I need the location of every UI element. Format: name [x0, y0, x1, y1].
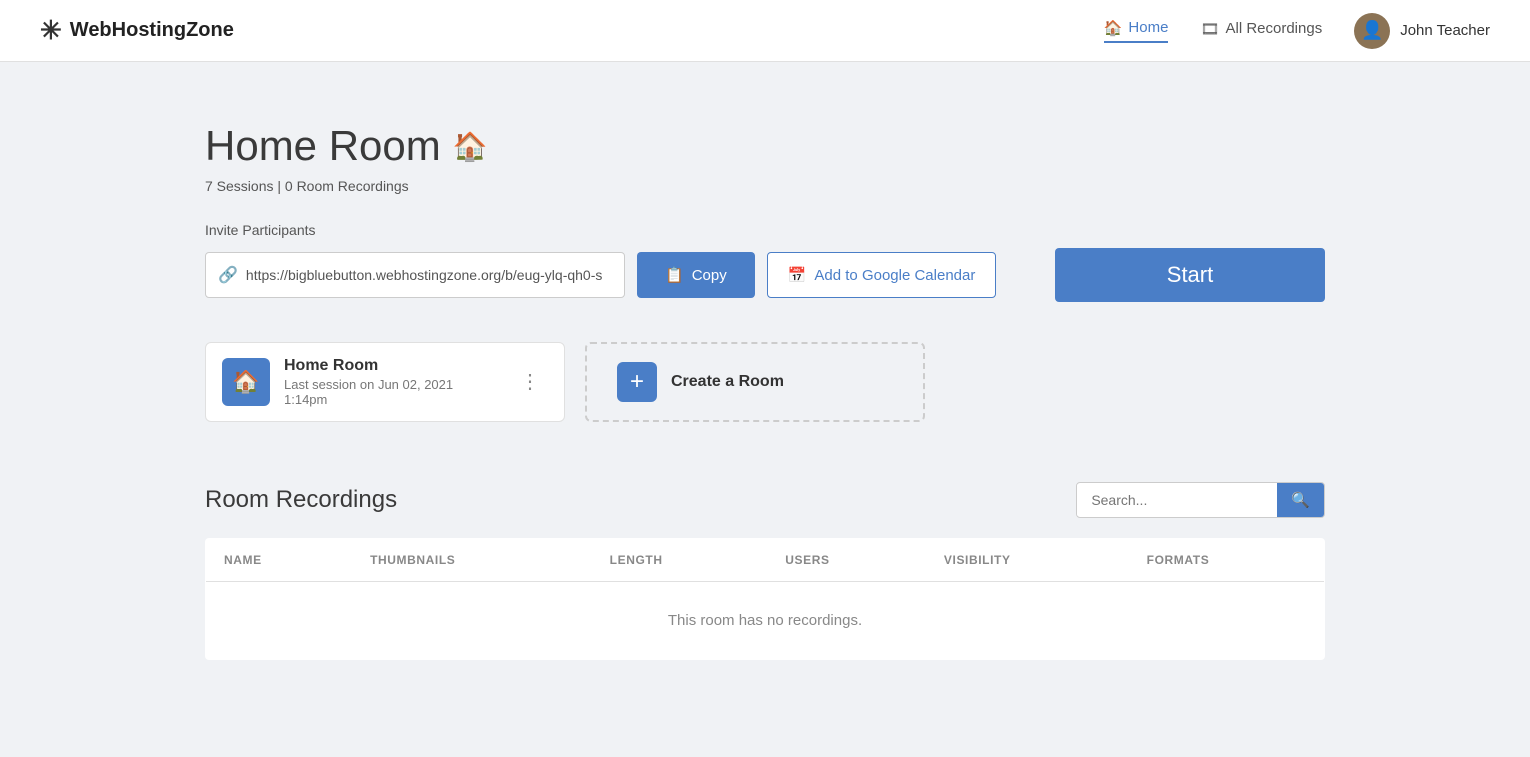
rooms-row: 🏠 Home Room Last session on Jun 02, 2021…: [205, 342, 1325, 422]
invite-label: Invite Participants: [205, 222, 1325, 238]
invite-url-text: https://bigbluebutton.webhostingzone.org…: [246, 267, 602, 283]
search-button[interactable]: 🔍: [1277, 483, 1324, 517]
google-cal-label: Add to Google Calendar: [814, 267, 975, 284]
invite-url-box: 🔗 https://bigbluebutton.webhostingzone.o…: [205, 252, 625, 298]
recordings-table: NAME THUMBNAILS LENGTH USERS VISIBILITY …: [205, 538, 1325, 660]
brand-logo[interactable]: ✳ WebHostingZone: [40, 15, 234, 46]
user-name: John Teacher: [1400, 22, 1490, 39]
create-room-card[interactable]: + Create a Room: [585, 342, 925, 422]
room-name: Home Room: [284, 357, 498, 375]
search-box: 🔍: [1076, 482, 1325, 518]
page-title: Home Room: [205, 122, 441, 170]
copy-icon: 📋: [665, 266, 684, 284]
avatar: 👤: [1354, 13, 1390, 49]
search-icon: 🔍: [1291, 492, 1310, 509]
col-name: NAME: [206, 539, 353, 582]
col-thumbnails: THUMBNAILS: [352, 539, 592, 582]
invite-row: 🔗 https://bigbluebutton.webhostingzone.o…: [205, 248, 1325, 302]
page-title-area: Home Room 🏠: [205, 122, 1325, 170]
col-visibility: VISIBILITY: [926, 539, 1129, 582]
calendar-icon: 📅: [788, 266, 807, 284]
create-room-label: Create a Room: [671, 373, 784, 391]
sessions-info: 7 Sessions | 0 Room Recordings: [205, 178, 1325, 194]
nav-home-label: Home: [1128, 19, 1168, 36]
recordings-header: Room Recordings 🔍: [205, 482, 1325, 518]
start-button[interactable]: Start: [1055, 248, 1325, 302]
brand-name: WebHostingZone: [70, 19, 234, 42]
room-icon-box: 🏠: [222, 358, 270, 406]
room-info: Home Room Last session on Jun 02, 2021 1…: [284, 357, 498, 407]
col-length: LENGTH: [592, 539, 768, 582]
navbar: ✳ WebHostingZone 🏠 Home 🎞 All Recordings…: [0, 0, 1530, 62]
recordings-title: Room Recordings: [205, 486, 397, 514]
room-card: 🏠 Home Room Last session on Jun 02, 2021…: [205, 342, 565, 422]
recordings-nav-icon: 🎞: [1200, 20, 1219, 38]
start-label: Start: [1167, 262, 1213, 287]
search-input[interactable]: [1077, 484, 1277, 516]
nav-recordings-label: All Recordings: [1225, 20, 1322, 37]
nav-recordings[interactable]: 🎞 All Recordings: [1200, 20, 1322, 42]
nav-home[interactable]: 🏠 Home: [1104, 19, 1169, 43]
empty-row: This room has no recordings.: [206, 582, 1325, 660]
user-info[interactable]: 👤 John Teacher: [1354, 13, 1490, 49]
room-menu-button[interactable]: ⋮: [512, 368, 548, 396]
link-icon: 🔗: [218, 265, 238, 285]
main-content: Home Room 🏠 7 Sessions | 0 Room Recordin…: [165, 62, 1365, 700]
create-room-plus-icon: +: [617, 362, 657, 402]
room-home-icon: 🏠: [232, 369, 259, 395]
room-session: Last session on Jun 02, 2021 1:14pm: [284, 377, 498, 407]
google-calendar-button[interactable]: 📅 Add to Google Calendar: [767, 252, 997, 298]
col-formats: FORMATS: [1129, 539, 1325, 582]
home-icon-badge: 🏠: [453, 130, 488, 163]
home-nav-icon: 🏠: [1104, 19, 1123, 37]
copy-label: Copy: [692, 267, 727, 284]
copy-button[interactable]: 📋 Copy: [637, 252, 755, 298]
logo-icon: ✳: [40, 15, 62, 46]
navbar-right: 🏠 Home 🎞 All Recordings 👤 John Teacher: [1104, 13, 1490, 49]
col-users: USERS: [767, 539, 926, 582]
table-header-row: NAME THUMBNAILS LENGTH USERS VISIBILITY …: [206, 539, 1325, 582]
empty-message: This room has no recordings.: [206, 582, 1325, 660]
